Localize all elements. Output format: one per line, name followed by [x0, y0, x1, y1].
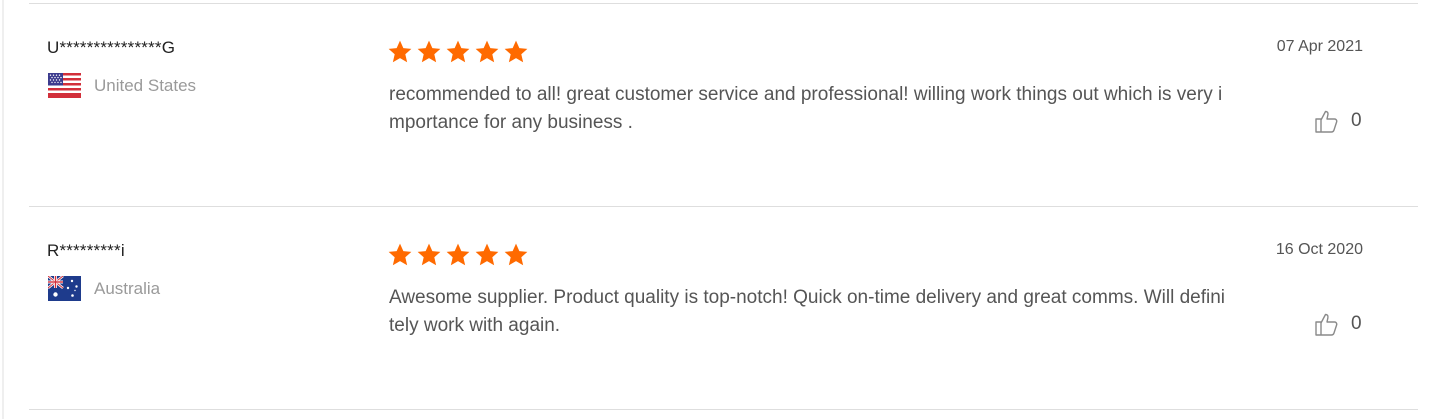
star-rating — [387, 39, 529, 69]
buyer-country: United States — [94, 76, 197, 95]
star-icon — [445, 242, 471, 272]
review-item: R*********i Australia Awesome supplier. … — [0, 206, 1432, 409]
star-icon — [503, 39, 529, 69]
like-count: 0 — [1351, 110, 1362, 131]
like-button[interactable]: 0 — [1314, 311, 1362, 337]
star-icon — [387, 39, 413, 69]
buyer-name: U***************G — [47, 38, 176, 57]
thumbs-up-icon[interactable] — [1314, 311, 1340, 337]
like-count: 0 — [1351, 313, 1362, 334]
star-icon — [474, 242, 500, 272]
like-button[interactable]: 0 — [1314, 108, 1362, 134]
thumbs-up-icon[interactable] — [1314, 108, 1340, 134]
review-comment: recommended to all! great customer servi… — [389, 84, 1223, 133]
buyer-country: Australia — [94, 279, 161, 298]
buyer-name: R*********i — [47, 241, 125, 260]
star-icon — [387, 242, 413, 272]
review-item: U***************G United States recommen… — [0, 3, 1432, 206]
australia-flag-icon — [48, 276, 81, 301]
review-comment: Awesome supplier. Product quality is top… — [389, 287, 1226, 336]
star-icon — [474, 39, 500, 69]
us-flag-icon — [48, 73, 81, 98]
reviews-list: U***************G United States recommen… — [0, 0, 1432, 419]
star-rating — [387, 242, 529, 272]
review-date: 07 Apr 2021 — [1276, 38, 1363, 55]
star-icon — [416, 242, 442, 272]
star-icon — [416, 39, 442, 69]
review-date: 16 Oct 2020 — [1275, 241, 1363, 258]
divider — [29, 409, 1418, 410]
star-icon — [445, 39, 471, 69]
star-icon — [503, 242, 529, 272]
